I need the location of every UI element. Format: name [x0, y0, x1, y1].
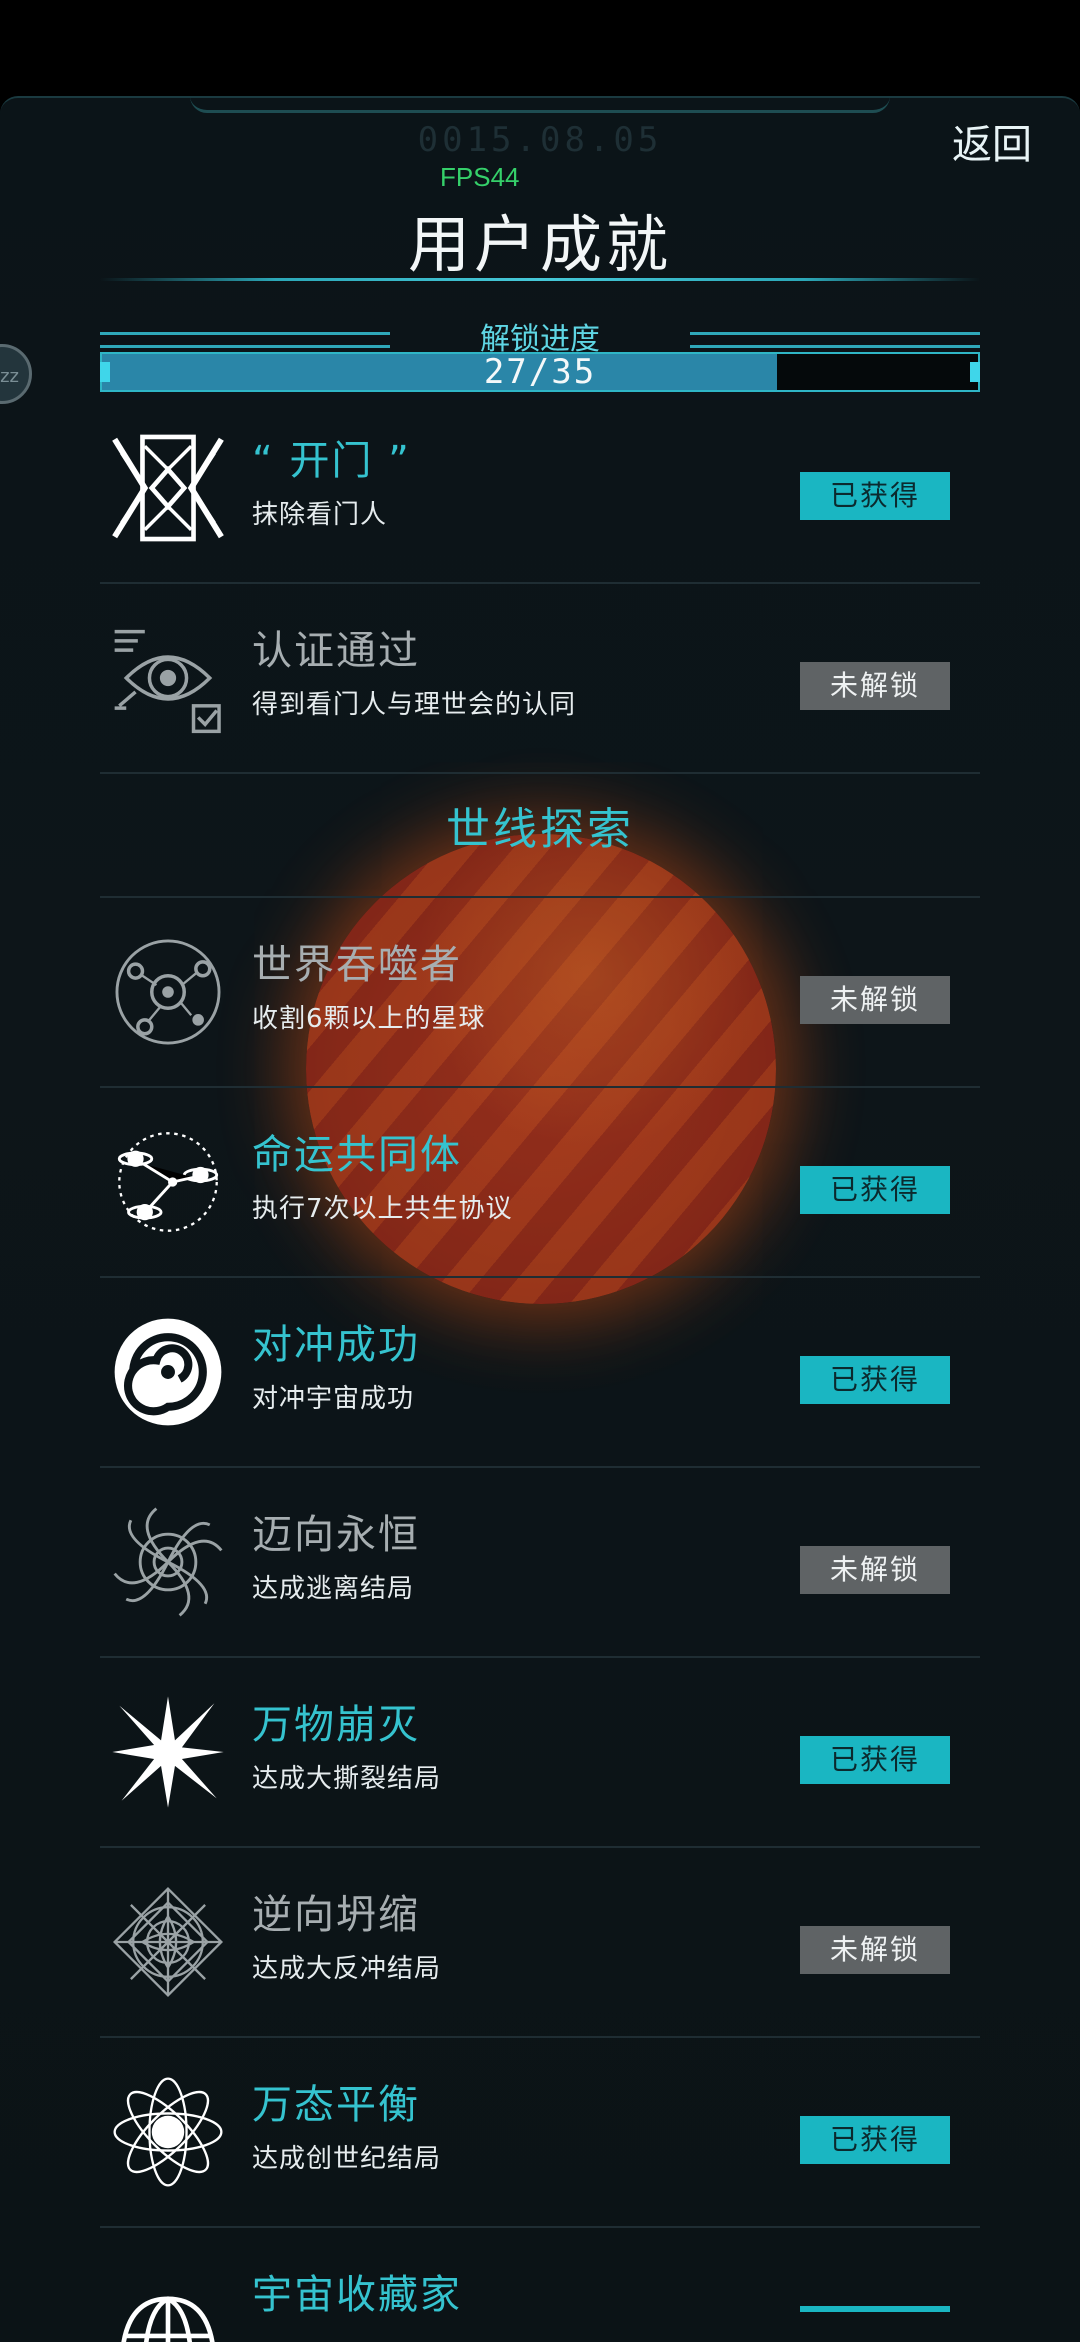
- achievement-status-badge: [800, 2306, 950, 2312]
- mandala-icon: [110, 1884, 226, 2000]
- achievement-status-badge: 未解锁: [800, 976, 950, 1024]
- achievement-status-badge: 已获得: [800, 2116, 950, 2164]
- achievement-row[interactable]: 万态平衡达成创世纪结局 已获得: [100, 2038, 980, 2228]
- achievement-list[interactable]: “ 开门 ” 抹除看门人 已获得 认证通过 得到看门人与理世会的认同 未解锁 世线探索 世界吞…: [100, 394, 980, 2342]
- progress-bar: 27/35: [100, 352, 980, 392]
- achievement-description: 达成逃离结局: [252, 1574, 415, 1604]
- achievement-name: 宇宙收藏家: [252, 2272, 462, 2318]
- achievement-status-badge: 已获得: [800, 1736, 950, 1784]
- burst-icon: [110, 1694, 226, 1810]
- achievement-row[interactable]: 命运共同体执行7次以上共生协议 已获得: [100, 1088, 980, 1278]
- achievement-name: 万物崩灭: [252, 1702, 420, 1748]
- achievement-row[interactable]: 对冲成功对冲宇宙成功 已获得: [100, 1278, 980, 1468]
- atom-orbits-icon: [110, 2074, 226, 2190]
- back-button[interactable]: 返回: [952, 112, 1032, 170]
- spiral-vortex-icon: [110, 1314, 226, 1430]
- galaxy-swirl-icon: [110, 1504, 226, 1620]
- achievement-row[interactable]: 认证通过得到看门人与理世会的认同 未解锁: [100, 584, 980, 774]
- achievement-row[interactable]: 迈向永恒达成逃离结局 未解锁: [100, 1468, 980, 1658]
- achievement-row[interactable]: 万物崩灭达成大撕裂结局 已获得: [100, 1658, 980, 1848]
- floating-side-button[interactable]: zz: [0, 344, 32, 404]
- achievement-status-badge: 未解锁: [800, 1546, 950, 1594]
- achievement-name: 万态平衡: [252, 2082, 420, 2128]
- achievement-row[interactable]: 逆向坍缩达成大反冲结局 未解锁: [100, 1848, 980, 2038]
- achievement-name: 认证通过: [252, 628, 420, 674]
- achievement-panel: 0015.08.05 FPS44 返回 用户成就 解锁进度 27/35 zz “…: [0, 96, 1080, 2342]
- achievement-name: 命运共同体: [252, 1132, 462, 1178]
- linked-planets-icon: [110, 1124, 226, 1240]
- achievement-name: 迈向永恒: [252, 1512, 420, 1558]
- section-title: 世线探索: [446, 804, 634, 855]
- achievement-description: 对冲宇宙成功: [252, 1384, 415, 1414]
- dome-icon: [110, 2264, 226, 2342]
- achievement-name: 逆向坍缩: [252, 1892, 420, 1938]
- achievement-description: 执行7次以上共生协议: [252, 1194, 513, 1224]
- achievement-status-badge: 已获得: [800, 1356, 950, 1404]
- section-header: 世线探索: [100, 774, 980, 898]
- fps-counter: FPS44: [440, 162, 520, 192]
- page-title: 用户成就: [407, 208, 672, 281]
- achievement-name: 对冲成功: [252, 1322, 420, 1368]
- achievement-description: 达成大撕裂结局: [252, 1764, 442, 1794]
- achievement-row[interactable]: 宇宙收藏家: [100, 2228, 980, 2342]
- progress-count: 27/35: [483, 352, 597, 392]
- achievement-row[interactable]: 世界吞噬者收割6颗以上的星球 未解锁: [100, 898, 980, 1088]
- achievement-description: 达成大反冲结局: [252, 1954, 442, 1984]
- gate-icon: [110, 430, 226, 546]
- timestamp: 0015.08.05: [417, 120, 663, 160]
- unlock-progress: 解锁进度 27/35: [100, 314, 980, 392]
- achievement-description: 收割6颗以上的星球: [252, 1004, 486, 1034]
- orbit-system-icon: [110, 934, 226, 1050]
- achievement-status-badge: 未解锁: [800, 662, 950, 710]
- panel-top-frame: [190, 98, 890, 113]
- eye-check-icon: [110, 620, 226, 736]
- achievement-description: 达成创世纪结局: [252, 2144, 442, 2174]
- achievement-name: 世界吞噬者: [252, 942, 462, 988]
- achievement-name: “ 开门 ”: [252, 438, 411, 484]
- achievement-status-badge: 已获得: [800, 1166, 950, 1214]
- achievement-status-badge: 未解锁: [800, 1926, 950, 1974]
- achievement-description: 得到看门人与理世会的认同: [252, 690, 577, 720]
- title-divider: [100, 278, 980, 281]
- achievement-status-badge: 已获得: [800, 472, 950, 520]
- achievement-row[interactable]: “ 开门 ” 抹除看门人 已获得: [100, 394, 980, 584]
- achievement-description: 抹除看门人: [252, 500, 388, 530]
